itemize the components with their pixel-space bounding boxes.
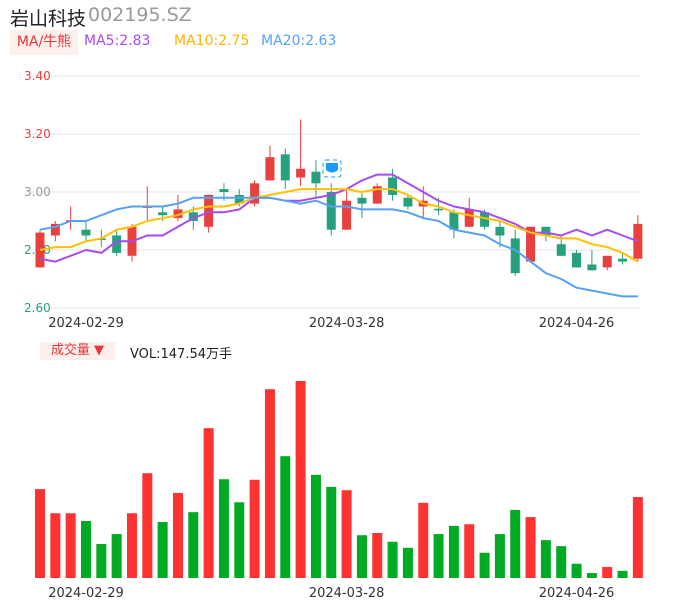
candle-body (434, 208, 444, 211)
volume-bar (556, 546, 567, 578)
candle-body (81, 229, 91, 236)
volume-bar (448, 525, 459, 578)
candle-body (357, 197, 367, 204)
volume-bar (402, 547, 413, 578)
candle-body (495, 226, 505, 236)
volume-bar (326, 486, 337, 578)
volume-bar (433, 534, 444, 578)
chart-canvas: 3.403.203.002.802.602024-02-292024-03-28… (24, 69, 643, 601)
volume-bar (172, 492, 183, 578)
x-tick-label: 2024-02-29 (48, 316, 124, 331)
candle-body (464, 209, 474, 227)
volume-bar (234, 502, 245, 578)
volume-bar (617, 570, 628, 578)
x-tick-label: 2024-04-26 (539, 316, 615, 331)
x-tick-label: 2024-03-28 (309, 316, 385, 331)
volume-bar (126, 513, 137, 578)
stock-chart: 岩山科技 002195.SZ MA/牛熊 MA5:2.83 MA10:2.75 … (0, 0, 686, 606)
volume-bar (218, 479, 229, 578)
event-badge-icon[interactable] (322, 159, 342, 178)
candle-body (326, 192, 336, 230)
candle-body (602, 255, 612, 268)
volume-bar (50, 513, 61, 578)
candle-body (204, 194, 214, 227)
candle-body (556, 244, 566, 256)
candle-body (388, 177, 398, 195)
candle-body (342, 200, 352, 230)
volume-x-tick-label: 2024-04-26 (539, 586, 615, 601)
volume-bar (341, 490, 352, 578)
y-tick-label: 2.60 (24, 301, 51, 315)
volume-bar (602, 567, 613, 578)
volume-bar (372, 533, 383, 578)
volume-bar (525, 517, 536, 578)
candle-body (510, 238, 520, 274)
candle-body (311, 171, 321, 184)
candle-body (296, 168, 306, 178)
volume-x-tick-label: 2024-03-28 (309, 586, 385, 601)
y-tick-label: 3.20 (24, 127, 51, 141)
volume-bar (157, 522, 168, 578)
candle-body (403, 197, 413, 207)
volume-bar (310, 474, 321, 578)
volume-bar (479, 552, 490, 578)
candle-body (618, 258, 628, 262)
volume-x-tick-label: 2024-02-29 (48, 586, 124, 601)
volume-bar (571, 563, 582, 578)
volume-bar (35, 489, 45, 578)
candle-body (587, 264, 597, 271)
candle-body (265, 157, 275, 181)
volume-bar (586, 573, 597, 578)
y-tick-label: 3.00 (24, 185, 51, 199)
volume-bar (540, 540, 551, 578)
volume-bar (295, 381, 306, 578)
volume-bar (65, 513, 76, 578)
volume-bar (280, 456, 291, 578)
volume-bar (203, 428, 214, 578)
volume-bar (418, 502, 429, 578)
candle-body (280, 154, 290, 181)
volume-bar (494, 534, 505, 578)
candle-body (158, 212, 168, 216)
volume-bar (356, 535, 367, 578)
volume-bar (96, 543, 107, 578)
volume-bar (188, 512, 199, 578)
candle-body (219, 189, 229, 192)
volume-bar (464, 524, 475, 578)
volume-bar (111, 534, 122, 578)
volume-bar (249, 479, 260, 578)
volume-bar (387, 541, 398, 578)
candle-body (572, 252, 582, 268)
volume-bar (142, 473, 153, 578)
volume-bar (264, 389, 275, 578)
y-tick-label: 3.40 (24, 69, 51, 83)
volume-bar (632, 497, 643, 578)
volume-bar (80, 520, 91, 578)
volume-bar (510, 509, 521, 578)
